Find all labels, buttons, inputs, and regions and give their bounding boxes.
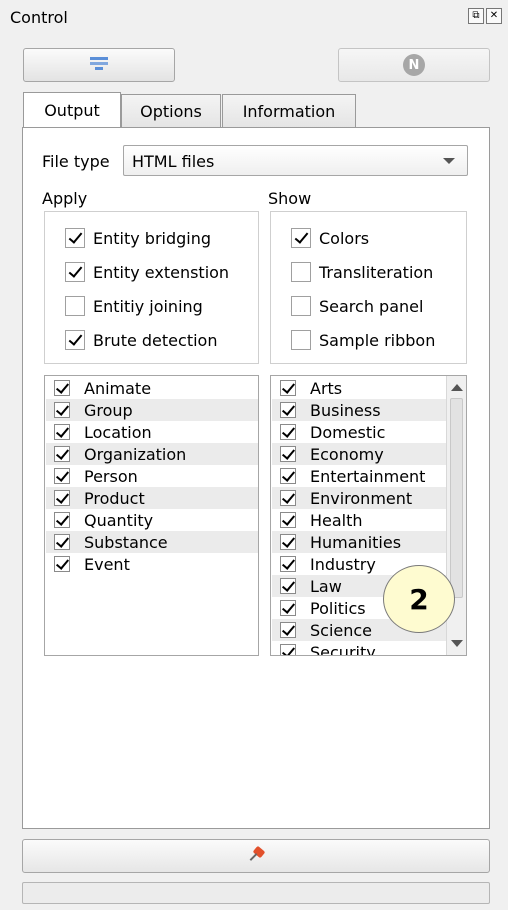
checkbox[interactable] xyxy=(291,296,311,316)
list-item[interactable]: Substance xyxy=(46,531,258,553)
list-item[interactable]: Quantity xyxy=(46,509,258,531)
checkbox-label: Search panel xyxy=(319,296,424,316)
list-item[interactable]: Organization xyxy=(46,443,258,465)
checkbox-label: Colors xyxy=(319,228,370,248)
document-lines-icon xyxy=(90,57,108,73)
checkbox[interactable] xyxy=(54,380,70,396)
checkbox-label: Sample ribbon xyxy=(319,330,436,350)
checkbox[interactable] xyxy=(54,556,70,572)
apply-entity-extension[interactable]: Entity extenstion xyxy=(65,260,229,284)
checkbox[interactable] xyxy=(54,534,70,550)
list-item[interactable]: Location xyxy=(46,421,258,443)
checkbox[interactable] xyxy=(291,330,311,350)
show-sample-ribbon[interactable]: Sample ribbon xyxy=(291,328,435,352)
checkbox[interactable] xyxy=(291,262,311,282)
checkbox[interactable] xyxy=(54,490,70,506)
show-colors[interactable]: Colors xyxy=(291,226,369,250)
file-type-value: HTML files xyxy=(132,152,215,171)
close-icon[interactable]: ✕ xyxy=(486,8,502,24)
apply-entity-bridging[interactable]: Entity bridging xyxy=(65,226,211,250)
checkbox[interactable] xyxy=(54,424,70,440)
checkbox[interactable] xyxy=(280,600,296,616)
dock-title: Control xyxy=(10,8,68,27)
checkbox-label: Entity extenstion xyxy=(93,262,230,282)
file-type-label: File type xyxy=(42,152,110,171)
checkbox[interactable] xyxy=(65,296,85,316)
apply-brute-detection[interactable]: Brute detection xyxy=(65,328,217,352)
list-item[interactable]: Person xyxy=(46,465,258,487)
list-item[interactable]: Business xyxy=(272,399,446,421)
apply-group: Entity bridging Entity extenstion Entiti… xyxy=(44,211,259,364)
scroll-thumb[interactable] xyxy=(450,398,463,598)
checkbox[interactable] xyxy=(291,228,311,248)
tab-information[interactable]: Information xyxy=(222,94,356,128)
checkbox[interactable] xyxy=(280,380,296,396)
list-item[interactable]: Event xyxy=(46,553,258,575)
checkbox[interactable] xyxy=(280,512,296,528)
status-bar xyxy=(22,882,490,904)
show-label: Show xyxy=(268,189,312,208)
list-item[interactable]: Economy xyxy=(272,443,446,465)
list-item[interactable]: Animate xyxy=(46,377,258,399)
n-circle-icon: N xyxy=(403,54,425,76)
list-item[interactable]: Domestic xyxy=(272,421,446,443)
checkbox[interactable] xyxy=(65,228,85,248)
n-button[interactable]: N xyxy=(338,48,490,82)
checkbox[interactable] xyxy=(280,446,296,462)
checkbox-label: Entitiy joining xyxy=(93,296,203,316)
list-item[interactable]: Group xyxy=(46,399,258,421)
list-item[interactable]: Humanities xyxy=(272,531,446,553)
checkbox[interactable] xyxy=(280,534,296,550)
apply-label: Apply xyxy=(42,189,88,208)
checkbox[interactable] xyxy=(65,262,85,282)
entity-type-list[interactable]: Animate Group Location Organization Pers… xyxy=(44,375,259,656)
scroll-down-arrow-icon[interactable] xyxy=(451,640,463,647)
checkbox[interactable] xyxy=(54,446,70,462)
checkbox[interactable] xyxy=(280,644,296,655)
callout-badge: 2 xyxy=(383,565,455,633)
checkbox[interactable] xyxy=(65,330,85,350)
list-item[interactable]: Security xyxy=(272,641,446,655)
float-icon[interactable]: ⧉ xyxy=(468,8,484,24)
list-item[interactable]: Product xyxy=(46,487,258,509)
control-dock: Control ⧉ ✕ N Output Options Information… xyxy=(0,0,508,910)
checkbox[interactable] xyxy=(280,556,296,572)
scroll-up-arrow-icon[interactable] xyxy=(451,384,463,391)
list-item[interactable]: Health xyxy=(272,509,446,531)
checkbox[interactable] xyxy=(280,578,296,594)
file-type-select[interactable]: HTML files xyxy=(123,145,468,176)
pin-icon xyxy=(247,845,266,865)
list-item[interactable]: Arts xyxy=(272,377,446,399)
checkbox[interactable] xyxy=(54,512,70,528)
checkbox[interactable] xyxy=(280,402,296,418)
checkbox[interactable] xyxy=(280,622,296,638)
apply-entity-joining[interactable]: Entitiy joining xyxy=(65,294,203,318)
checkbox-label: Entity bridging xyxy=(93,228,212,248)
checkbox[interactable] xyxy=(280,490,296,506)
checkbox[interactable] xyxy=(54,402,70,418)
show-group: Colors Transliteration Search panel Samp… xyxy=(270,211,467,364)
dock-buttons: ⧉ ✕ xyxy=(468,8,502,24)
tab-options[interactable]: Options xyxy=(121,94,221,128)
show-search-panel[interactable]: Search panel xyxy=(291,294,423,318)
checkbox-label: Transliteration xyxy=(319,262,434,282)
document-button[interactable] xyxy=(23,48,175,82)
tab-output[interactable]: Output xyxy=(23,92,121,127)
list-item[interactable]: Environment xyxy=(272,487,446,509)
checkbox-label: Brute detection xyxy=(93,330,218,350)
chevron-down-icon xyxy=(443,158,455,164)
checkbox[interactable] xyxy=(54,468,70,484)
show-transliteration[interactable]: Transliteration xyxy=(291,260,433,284)
checkbox[interactable] xyxy=(280,468,296,484)
checkbox[interactable] xyxy=(280,424,296,440)
pin-button[interactable] xyxy=(22,839,490,873)
list-item[interactable]: Entertainment xyxy=(272,465,446,487)
